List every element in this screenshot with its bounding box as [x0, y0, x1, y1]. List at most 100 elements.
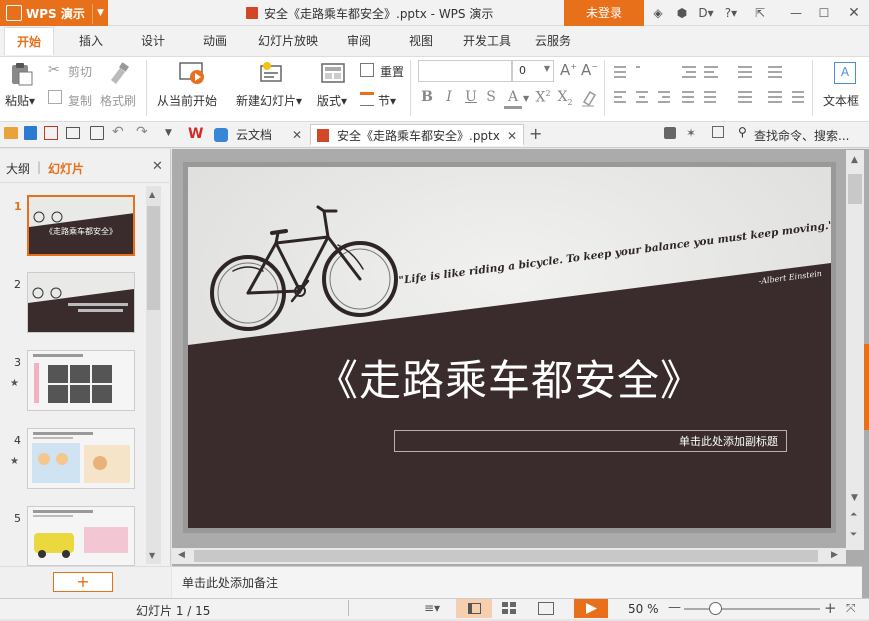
decrease-font-icon[interactable]: A−	[581, 61, 598, 79]
expand-icon[interactable]	[712, 126, 724, 138]
tab-insert[interactable]: 插入	[66, 27, 116, 55]
font-name-input[interactable]	[418, 60, 512, 82]
tab-document[interactable]: 安全《走路乘车都安全》.pptx ✕	[310, 124, 524, 146]
superscript-icon[interactable]: X2	[532, 89, 554, 106]
open-folder-icon[interactable]	[4, 127, 18, 139]
scroll-down-icon[interactable]: ▼	[149, 551, 155, 560]
new-tab-icon[interactable]: +	[529, 124, 542, 143]
save-icon[interactable]	[24, 126, 37, 140]
layout-button[interactable]: 版式▾	[317, 92, 347, 109]
new-slide-button[interactable]: 新建幻灯片▾	[236, 92, 302, 109]
slide-title[interactable]: 《走路乘车都安全》	[188, 347, 831, 408]
zoom-slider-handle[interactable]	[709, 602, 722, 615]
settings-icon[interactable]: ⬢	[674, 5, 690, 21]
slide-canvas[interactable]: "Life is like riding a bicycle. To keep …	[188, 167, 831, 528]
tab-design[interactable]: 设计	[128, 27, 178, 55]
wps-w-icon[interactable]: W	[188, 126, 203, 142]
close-icon[interactable]: ✕	[292, 124, 302, 146]
normal-view-button[interactable]	[456, 599, 492, 618]
share-icon[interactable]	[664, 127, 676, 139]
tab-cloud[interactable]: 云服务	[528, 27, 578, 55]
feedback-icon[interactable]: D▾	[696, 5, 716, 21]
print-preview-icon[interactable]	[90, 126, 104, 140]
font-size-input[interactable]: 0 ▼	[512, 60, 554, 82]
slide-thumbnail-3[interactable]	[27, 350, 135, 411]
reset-button[interactable]: 重置	[380, 63, 404, 80]
previous-slide-icon[interactable]: ⏶	[850, 510, 857, 520]
tab-review[interactable]: 审阅	[334, 27, 384, 55]
close-icon[interactable]: ✕	[846, 5, 862, 21]
slide-thumbnail-2[interactable]	[27, 272, 135, 333]
notes-placeholder[interactable]: 单击此处添加备注	[182, 574, 278, 591]
close-icon[interactable]: ✕	[507, 125, 517, 147]
slide-thumbnail-4[interactable]	[27, 428, 135, 489]
redo-icon[interactable]: ↷	[136, 124, 148, 140]
scrollbar-thumb[interactable]	[194, 550, 818, 562]
scroll-up-icon[interactable]: ▲	[149, 190, 155, 199]
tab-outline[interactable]: 大纲	[6, 160, 30, 177]
normal-view-icon	[468, 603, 481, 614]
textbox-button[interactable]: 文本框	[823, 92, 859, 109]
skin-icon[interactable]: ◈	[650, 5, 666, 21]
slide-thumbnail-5[interactable]	[27, 506, 135, 566]
cloud-icon	[214, 128, 228, 142]
scroll-down-icon[interactable]: ▼	[851, 493, 858, 503]
tab-home[interactable]: 开始	[4, 27, 54, 55]
main-scrollbar[interactable]	[846, 150, 864, 550]
cut-button[interactable]: 剪切	[68, 63, 92, 80]
chevron-down-icon[interactable]: ▼	[523, 94, 529, 103]
scroll-up-icon[interactable]: ▲	[851, 155, 858, 165]
underline-icon[interactable]: U	[462, 89, 480, 105]
help-icon[interactable]: ?▾	[720, 5, 742, 21]
maximize-icon[interactable]: ☐	[816, 5, 832, 21]
fit-window-icon[interactable]: ⤧	[846, 601, 856, 616]
subtitle-placeholder[interactable]: 单击此处添加副标题	[394, 430, 787, 452]
zoom-slider[interactable]	[684, 608, 820, 610]
bold-icon[interactable]: B	[418, 89, 436, 105]
section-button[interactable]: 节▾	[378, 92, 396, 109]
side-panel-handle[interactable]	[864, 344, 869, 430]
tab-slides[interactable]: 幻灯片	[48, 160, 84, 177]
format-painter-button[interactable]: 格式刷	[100, 92, 136, 109]
reading-view-icon[interactable]	[538, 602, 554, 615]
increase-font-icon[interactable]: A+	[560, 61, 577, 79]
add-slide-button[interactable]: +	[53, 572, 113, 592]
zoom-level[interactable]: 50 %	[628, 602, 659, 616]
slideshow-button[interactable]	[574, 599, 608, 618]
slide-sorter-icon[interactable]	[502, 602, 516, 615]
scrollbar-thumb[interactable]	[848, 174, 862, 204]
slide-thumbnail-1[interactable]: 《走路乘车都安全》	[27, 195, 135, 256]
from-current-button[interactable]: 从当前开始	[157, 92, 217, 109]
tab-slideshow[interactable]: 幻灯片放映	[252, 27, 324, 55]
font-color-icon[interactable]: A	[504, 89, 522, 109]
italic-icon[interactable]: I	[440, 89, 458, 105]
login-button[interactable]: 未登录	[564, 0, 644, 26]
tab-cloud-docs[interactable]: 云文档 ✕	[208, 124, 308, 146]
copy-button[interactable]: 复制	[68, 92, 92, 109]
next-slide-icon[interactable]: ⏷	[850, 530, 857, 540]
subscript-icon[interactable]: X2	[554, 89, 576, 107]
paste-icon[interactable]	[8, 62, 34, 86]
undo-icon[interactable]: ↶	[112, 124, 124, 140]
app-menu-button[interactable]: WPS 演示 ▼	[0, 0, 108, 26]
zoom-out-icon[interactable]: —	[668, 600, 681, 615]
search-input[interactable]: 查找命令、搜索...	[754, 127, 849, 144]
zoom-in-icon[interactable]: +	[824, 599, 837, 617]
tab-view[interactable]: 视图	[396, 27, 446, 55]
clear-format-icon[interactable]	[578, 88, 598, 108]
minimize-icon[interactable]: —	[788, 5, 804, 21]
paste-button[interactable]: 粘贴▾	[5, 92, 35, 109]
tools-icon[interactable]: ✶	[686, 126, 696, 140]
shadow-icon[interactable]: S	[482, 89, 500, 105]
fullscreen-icon[interactable]: ⇱	[752, 5, 768, 21]
scroll-left-icon[interactable]: ◀	[178, 550, 185, 560]
scrollbar-thumb[interactable]	[147, 206, 160, 310]
scroll-right-icon[interactable]: ▶	[831, 550, 838, 560]
export-pdf-icon[interactable]	[44, 126, 58, 140]
tab-animation[interactable]: 动画	[190, 27, 240, 55]
customize-toolbar-icon[interactable]: ▼	[165, 128, 172, 138]
notes-toggle-icon[interactable]: ≡▾	[424, 601, 440, 615]
print-icon[interactable]	[66, 127, 80, 139]
tab-developer[interactable]: 开发工具	[456, 27, 518, 55]
close-panel-icon[interactable]: ✕	[152, 159, 163, 174]
